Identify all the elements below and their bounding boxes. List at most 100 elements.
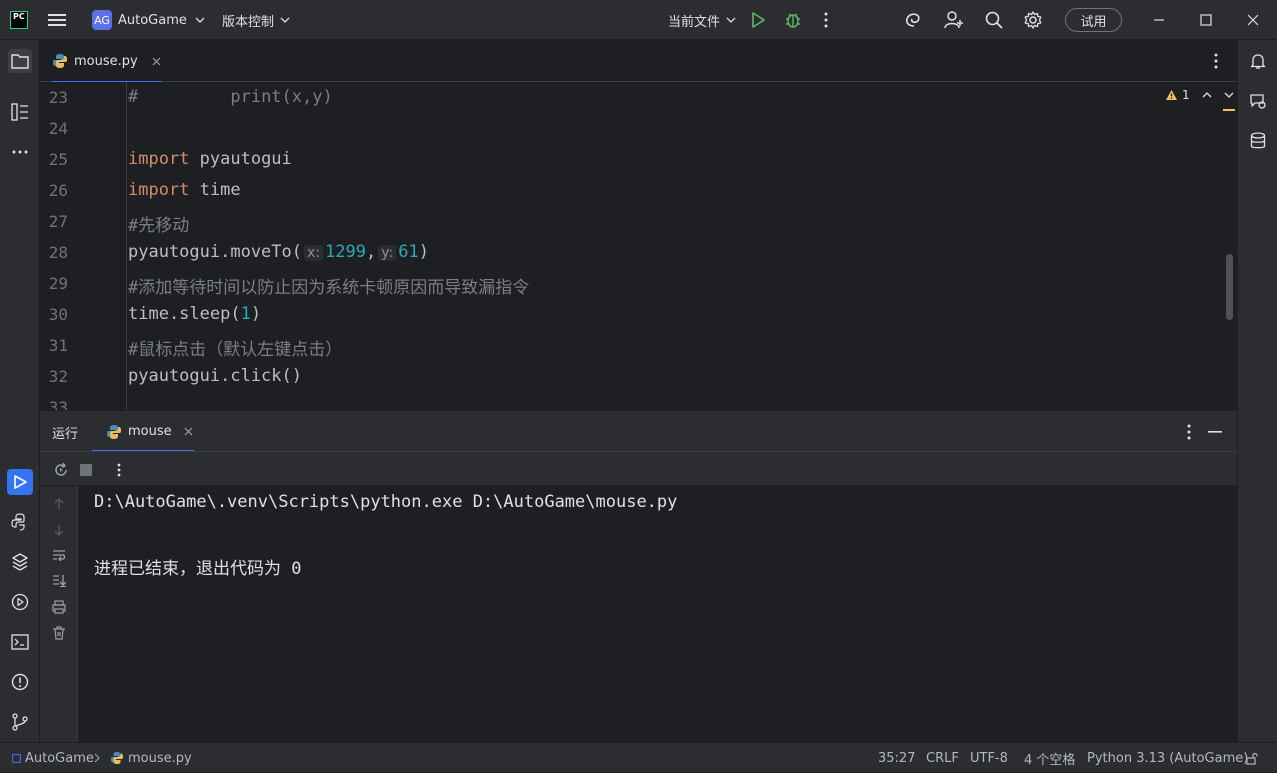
bug-icon xyxy=(786,13,800,28)
param-hint-y: y: xyxy=(378,245,397,261)
code-editor[interactable]: 23 24 25 26 27 28 29 30 31 32 33 # print… xyxy=(40,82,1237,410)
module-icon xyxy=(12,753,21,763)
run-button[interactable] xyxy=(751,0,765,40)
chevron-right-icon xyxy=(94,753,100,763)
more-actions-button[interactable] xyxy=(824,0,828,40)
folder-icon xyxy=(11,54,29,69)
print-button[interactable] xyxy=(52,600,66,614)
settings-button[interactable] xyxy=(1024,0,1042,40)
editor-scrollbar[interactable] xyxy=(1226,254,1233,320)
clear-console-button[interactable] xyxy=(52,626,66,640)
ai-chat-icon xyxy=(1250,94,1266,109)
run-panel-options-button[interactable] xyxy=(1187,411,1191,452)
file-encoding[interactable]: UTF-8 xyxy=(970,743,1008,773)
database-button[interactable] xyxy=(1246,129,1270,153)
maximize-button[interactable] xyxy=(1200,0,1212,40)
unlock-icon xyxy=(1246,752,1258,765)
line-number: 29 xyxy=(48,274,68,293)
warning-icon xyxy=(1166,90,1177,100)
breadcrumb-file-label: mouse.py xyxy=(128,750,192,766)
run-more-button[interactable] xyxy=(117,452,121,487)
play-circle-icon xyxy=(11,593,29,611)
line-number: 26 xyxy=(48,181,68,200)
tab-options-button[interactable] xyxy=(1214,40,1218,82)
search-icon xyxy=(985,11,1003,29)
structure-tool-button[interactable] xyxy=(8,100,32,124)
minimize-button[interactable] xyxy=(1153,0,1165,40)
close-tab-icon[interactable] xyxy=(184,427,193,436)
close-icon xyxy=(1247,14,1259,26)
hide-panel-button[interactable] xyxy=(1208,411,1222,452)
more-horizontal-icon xyxy=(12,150,28,154)
services-button[interactable] xyxy=(8,550,32,574)
run-toolbar xyxy=(40,451,1237,486)
database-icon xyxy=(1250,132,1266,149)
console-line: 进程已结束，退出代码为 0 xyxy=(94,559,302,579)
run-icon xyxy=(752,12,765,28)
add-user-button[interactable] xyxy=(944,0,964,40)
python-interpreter[interactable]: Python 3.13 (AutoGame) xyxy=(1087,743,1248,773)
minimize-icon xyxy=(1154,19,1164,21)
try-button[interactable]: 试用 xyxy=(1065,8,1122,32)
soft-wrap-button[interactable] xyxy=(52,549,66,561)
terminal-icon xyxy=(11,634,29,650)
vcs-menu[interactable]: 版本控制 xyxy=(222,0,290,40)
gear-icon xyxy=(1024,11,1042,29)
more-vertical-icon xyxy=(1214,53,1218,69)
chevron-up-icon[interactable] xyxy=(1202,92,1212,98)
chevron-down-icon[interactable] xyxy=(1224,92,1234,98)
search-button[interactable] xyxy=(985,0,1003,40)
breadcrumb-file[interactable]: mouse.py xyxy=(110,743,192,773)
more-tools-button[interactable] xyxy=(8,140,32,164)
inspection-widget[interactable]: 1 xyxy=(1165,88,1234,102)
caret-position[interactable]: 35:27 xyxy=(878,743,915,773)
breadcrumb-project-label: AutoGame xyxy=(25,750,94,766)
notifications-button[interactable] xyxy=(1246,49,1270,73)
git-tool-button[interactable] xyxy=(8,710,32,734)
more-vertical-icon xyxy=(824,12,828,28)
run-config-selector[interactable]: 当前文件 xyxy=(668,0,736,40)
indent-guide xyxy=(126,82,127,410)
breadcrumb-separator xyxy=(94,743,100,773)
app-logo: PC xyxy=(10,0,28,40)
close-window-button[interactable] xyxy=(1247,0,1259,40)
scroll-to-end-icon xyxy=(53,575,66,587)
console-output[interactable]: D:\AutoGame\.venv\Scripts\python.exe D:\… xyxy=(78,486,1237,742)
stop-button[interactable] xyxy=(80,452,92,487)
breadcrumb-project[interactable]: AutoGame xyxy=(12,743,94,773)
ai-assistant-button[interactable] xyxy=(904,0,924,40)
run-tab-mouse[interactable]: mouse xyxy=(92,411,194,452)
scroll-to-end-button[interactable] xyxy=(52,574,66,587)
rerun-button[interactable] xyxy=(53,452,69,487)
project-selector[interactable]: AG AutoGame xyxy=(92,0,205,40)
console-line: D:\AutoGame\.venv\Scripts\python.exe D:\… xyxy=(94,492,678,512)
terminal-tool-button[interactable] xyxy=(8,630,32,654)
ai-chat-button[interactable] xyxy=(1246,89,1270,113)
git-branch-icon xyxy=(12,713,28,731)
line-separator[interactable]: CRLF xyxy=(926,743,959,773)
main-menu-button[interactable] xyxy=(48,0,66,40)
run-icon xyxy=(14,475,27,489)
services-run-button[interactable] xyxy=(8,590,32,614)
warnings-count: 1 xyxy=(1182,88,1190,102)
line-number: 32 xyxy=(48,367,68,386)
minimize-icon xyxy=(1208,430,1222,433)
project-tool-button[interactable] xyxy=(8,49,32,73)
close-tab-icon[interactable] xyxy=(152,57,161,66)
debug-button[interactable] xyxy=(784,0,802,40)
chevron-down-icon xyxy=(280,17,290,23)
left-tool-strip xyxy=(0,40,40,742)
maximize-icon xyxy=(1200,14,1212,26)
run-tool-button[interactable] xyxy=(7,469,33,495)
python-packages-button[interactable] xyxy=(8,510,32,534)
scroll-down-button[interactable] xyxy=(53,524,65,536)
code-line-28: pyautogui.moveTo(x: 1299, y: 61) xyxy=(128,242,429,262)
scroll-up-button[interactable] xyxy=(53,498,65,510)
code-line-30: time.sleep(1) xyxy=(128,304,262,324)
read-only-toggle[interactable] xyxy=(1246,743,1258,773)
run-panel-title: 运行 xyxy=(52,427,79,442)
tab-mouse-py[interactable]: mouse.py xyxy=(52,40,162,83)
problems-tool-button[interactable] xyxy=(8,670,32,694)
line-number: 25 xyxy=(48,150,68,169)
indent-setting[interactable]: 4 个空格 xyxy=(1024,743,1075,773)
